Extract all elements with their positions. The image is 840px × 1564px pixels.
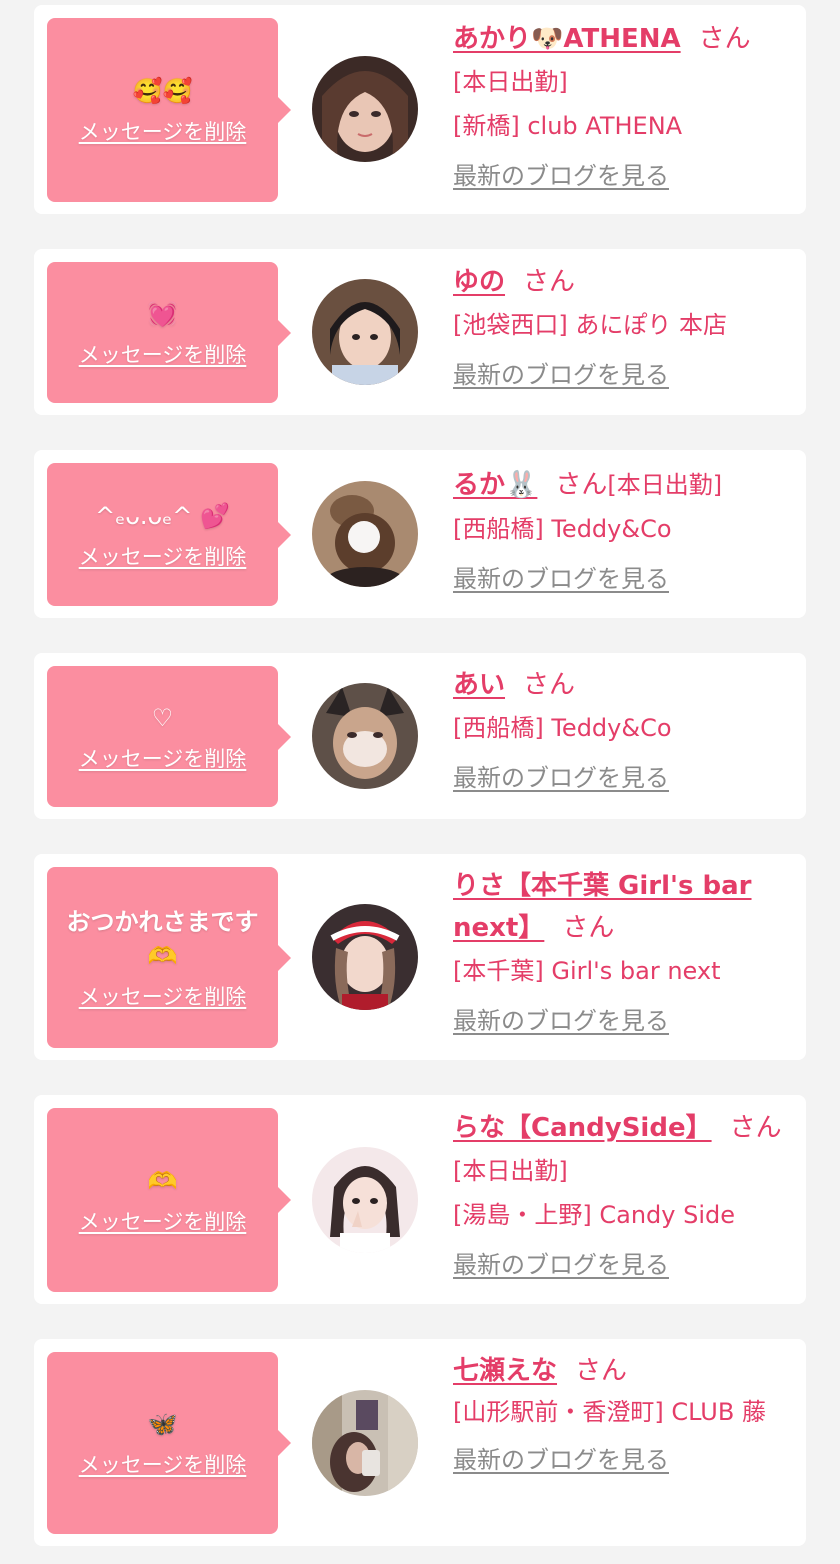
shop-line: [池袋西口] あにぽり 本店 xyxy=(453,311,727,339)
name-line: ゆの さん xyxy=(453,261,798,303)
name-line: りさ【本千葉 Girl's bar next】 さん xyxy=(453,865,798,949)
message-text: ^ₑᴗ.ᴗₑ^ 💕 xyxy=(95,501,230,530)
status-line: [本日出勤] xyxy=(453,68,568,96)
latest-blog-link[interactable]: 最新のブログを見る xyxy=(453,1438,669,1482)
name-line: あい さん xyxy=(453,664,798,706)
avatar[interactable] xyxy=(312,904,418,1010)
profile-name-link[interactable]: あかり🐶ATHENA xyxy=(453,24,681,54)
avatar-photo xyxy=(312,1147,418,1253)
avatar[interactable] xyxy=(312,56,418,162)
status-inline: [本日出勤] xyxy=(607,471,723,499)
message-card: 🫶 メッセージを削除 らな【CandySide】 さん [本日出勤] [湯島・上野… xyxy=(34,1095,806,1304)
status-line: [本日出勤] xyxy=(453,1157,568,1185)
honorific: さん xyxy=(575,1356,628,1386)
message-card: 💓 メッセージを削除 ゆの さん [池袋西口] あにぽり 本店 最新のブログを見る xyxy=(34,249,806,415)
message-bubble: 💓 メッセージを削除 xyxy=(47,262,291,403)
message-card: ♡ メッセージを削除 あい さん [西船橋] Teddy&Co 最新のブログを見る xyxy=(34,653,806,819)
name-line: るか🐰 さん[本日出勤] xyxy=(453,463,798,507)
delete-message-link[interactable]: メッセージを削除 xyxy=(79,339,247,369)
message-text: 🥰🥰 xyxy=(132,77,193,105)
latest-blog-link[interactable]: 最新のブログを見る xyxy=(453,999,669,1043)
message-bubble: 🫶 メッセージを削除 xyxy=(47,1108,291,1292)
message-card: ^ₑᴗ.ᴗₑ^ 💕 メッセージを削除 るか🐰 さん[本日出勤] [西船橋] Ted… xyxy=(34,450,806,618)
avatar-photo xyxy=(312,56,418,162)
latest-blog-link[interactable]: 最新のブログを見る xyxy=(453,154,669,198)
delete-message-link[interactable]: メッセージを削除 xyxy=(79,743,247,773)
message-text: ♡ xyxy=(151,703,174,732)
avatar[interactable] xyxy=(312,1390,418,1496)
shop-line: [山形駅前・香澄町] CLUB 藤 xyxy=(453,1398,766,1426)
profile-name-link[interactable]: らな【CandySide】 xyxy=(453,1113,712,1143)
avatar[interactable] xyxy=(312,481,418,587)
latest-blog-link[interactable]: 最新のブログを見る xyxy=(453,1243,669,1287)
delete-message-link[interactable]: メッセージを削除 xyxy=(79,116,247,146)
avatar-photo xyxy=(312,279,418,385)
message-text: おつかれさまです xyxy=(66,907,259,936)
honorific: さん xyxy=(523,267,576,297)
latest-blog-link[interactable]: 最新のブログを見る xyxy=(453,353,669,397)
message-text-emoji: 🫶 xyxy=(147,941,178,970)
profile-name-link[interactable]: あい xyxy=(453,670,505,700)
profile-info: らな【CandySide】 さん [本日出勤] [湯島・上野] Candy Sid… xyxy=(453,1107,798,1287)
honorific: さん xyxy=(562,913,615,943)
honorific: さん xyxy=(698,24,751,54)
honorific: さん xyxy=(523,670,576,700)
shop-line: [本千葉] Girl's bar next xyxy=(453,957,721,985)
message-card: 🥰🥰 メッセージを削除 あかり🐶ATHENA さん [本日出勤] [新橋] clu… xyxy=(34,5,806,214)
avatar[interactable] xyxy=(312,1147,418,1253)
profile-name-link[interactable]: 七瀬えな xyxy=(453,1356,557,1386)
name-line: あかり🐶ATHENA さん xyxy=(453,18,798,60)
profile-name-link[interactable]: ゆの xyxy=(453,267,505,297)
message-text: 🦋 xyxy=(147,1410,178,1438)
delete-message-link[interactable]: メッセージを削除 xyxy=(79,1206,247,1236)
profile-info: あかり🐶ATHENA さん [本日出勤] [新橋] club ATHENA 最新の… xyxy=(453,18,798,198)
avatar[interactable] xyxy=(312,683,418,789)
message-bubble: おつかれさまです 🫶 メッセージを削除 xyxy=(47,867,291,1048)
delete-message-link[interactable]: メッセージを削除 xyxy=(79,981,247,1011)
name-line: 七瀬えな さん xyxy=(453,1350,798,1392)
shop-line: [湯島・上野] Candy Side xyxy=(453,1201,735,1229)
honorific: さん xyxy=(555,470,608,500)
avatar[interactable] xyxy=(312,279,418,385)
profile-name-link[interactable]: るか🐰 xyxy=(453,470,537,500)
message-bubble: ^ₑᴗ.ᴗₑ^ 💕 メッセージを削除 xyxy=(47,463,291,606)
message-text: 💓 xyxy=(147,299,178,328)
avatar-photo xyxy=(312,481,418,587)
message-text: 🫶 xyxy=(147,1167,178,1195)
message-card: おつかれさまです 🫶 メッセージを削除 りさ【本千葉 Girl's bar ne… xyxy=(34,854,806,1060)
delete-message-link[interactable]: メッセージを削除 xyxy=(79,541,247,571)
shop-line: [西船橋] Teddy&Co xyxy=(453,714,672,742)
shop-line: [新橋] club ATHENA xyxy=(453,112,683,140)
latest-blog-link[interactable]: 最新のブログを見る xyxy=(453,756,669,800)
message-bubble: 🦋 メッセージを削除 xyxy=(47,1352,291,1534)
latest-blog-link[interactable]: 最新のブログを見る xyxy=(453,557,669,601)
profile-info: ゆの さん [池袋西口] あにぽり 本店 最新のブログを見る xyxy=(453,261,798,397)
message-bubble: 🥰🥰 メッセージを削除 xyxy=(47,18,291,202)
message-bubble: ♡ メッセージを削除 xyxy=(47,666,291,807)
honorific: さん xyxy=(729,1113,782,1143)
delete-message-link[interactable]: メッセージを削除 xyxy=(79,1449,247,1479)
shop-line: [西船橋] Teddy&Co xyxy=(453,515,672,543)
message-card: 🦋 メッセージを削除 七瀬えな さん [山形駅前・香澄町] CLUB 藤 最新のブ… xyxy=(34,1339,806,1546)
profile-info: あい さん [西船橋] Teddy&Co 最新のブログを見る xyxy=(453,664,798,800)
avatar-photo xyxy=(312,683,418,789)
profile-info: 七瀬えな さん [山形駅前・香澄町] CLUB 藤 最新のブログを見る xyxy=(453,1350,798,1482)
profile-info: るか🐰 さん[本日出勤] [西船橋] Teddy&Co 最新のブログを見る xyxy=(453,463,798,601)
profile-info: りさ【本千葉 Girl's bar next】 さん [本千葉] Girl's b… xyxy=(453,865,798,1043)
avatar-photo xyxy=(312,1390,418,1496)
avatar-photo xyxy=(312,904,418,1010)
name-line: らな【CandySide】 さん xyxy=(453,1107,798,1149)
